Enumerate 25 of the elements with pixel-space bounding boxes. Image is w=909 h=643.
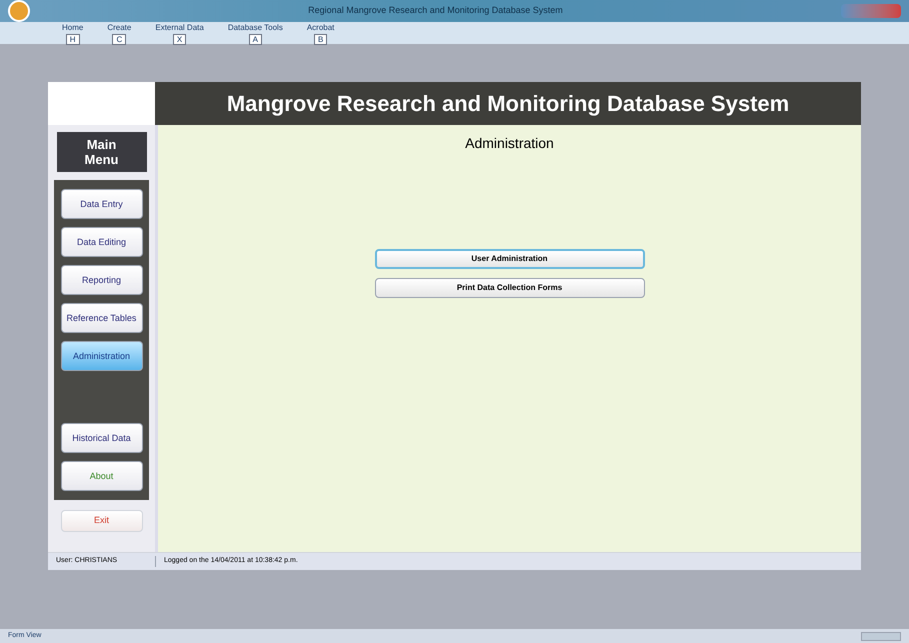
header-bar: Mangrove Research and Monitoring Database System — [155, 82, 861, 125]
key-tip: A — [248, 34, 262, 45]
menu-button[interactable]: About — [60, 461, 142, 491]
key-tip: C — [112, 34, 126, 45]
ribbon-tab[interactable]: Create — [107, 22, 132, 34]
ribbon-tab[interactable]: External Data — [155, 22, 204, 34]
ribbon-tab[interactable]: Home — [62, 22, 84, 34]
office-button[interactable] — [8, 0, 30, 22]
menu-button[interactable]: Data Editing — [60, 227, 142, 257]
main-menu-title: Main Menu — [56, 132, 146, 172]
section-heading: Administration — [465, 134, 554, 153]
exit-button[interactable]: Exit — [60, 510, 142, 532]
action-button[interactable]: User Administration — [374, 249, 644, 269]
menu-button[interactable]: Reference Tables — [60, 303, 142, 333]
key-tip: X — [172, 34, 186, 45]
ribbon-tab[interactable]: Acrobat — [306, 22, 334, 34]
menu-button[interactable]: Administration — [60, 341, 142, 371]
menu-button[interactable]: Data Entry — [60, 189, 142, 219]
ribbon-tab[interactable]: Database Tools — [228, 22, 283, 34]
action-button[interactable]: Print Data Collection Forms — [374, 278, 644, 298]
window-title: Regional Mangrove Research and Monitoring Database System — [307, 4, 564, 18]
key-tip: B — [314, 34, 328, 45]
menu-button[interactable]: Historical Data — [60, 423, 142, 453]
key-tip: H — [66, 34, 80, 45]
menu-button[interactable]: Reporting — [60, 265, 142, 295]
